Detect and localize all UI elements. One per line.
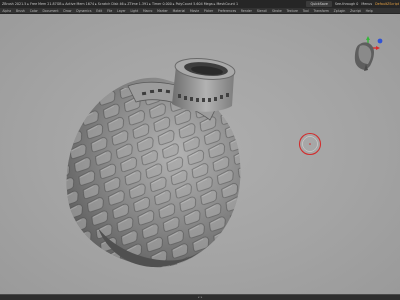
default-zscript-button[interactable]: DefaultZScript	[375, 0, 399, 8]
menu-draw[interactable]: Draw	[61, 9, 74, 13]
see-through-slider[interactable]: See-through 0	[335, 0, 358, 8]
menu-marker[interactable]: Marker	[155, 9, 170, 13]
menu-layer[interactable]: Layer	[115, 9, 128, 13]
menu-texture[interactable]: Texture	[284, 9, 300, 13]
bottom-shelf-toggle[interactable]: « »	[198, 295, 203, 299]
menu-file[interactable]: File	[105, 9, 115, 13]
sculpted-vase-model[interactable]	[58, 48, 254, 270]
menu-light[interactable]: Light	[128, 9, 141, 13]
menu-dynamics[interactable]: Dynamics	[74, 9, 94, 13]
menu-transform[interactable]: Transform	[311, 9, 331, 13]
menu-preferences[interactable]: Preferences	[216, 9, 239, 13]
menu-render[interactable]: Render	[239, 9, 255, 13]
menu-material[interactable]: Material	[170, 9, 187, 13]
window-title: ZBrush 2021.5 ▸ Free Mem 21.87GB ▸ Activ…	[2, 2, 239, 6]
menu-zplugin[interactable]: Zplugin	[331, 9, 347, 13]
menu-edit[interactable]: Edit	[94, 9, 105, 13]
menu-stroke[interactable]: Stroke	[270, 9, 285, 13]
menus-toggle[interactable]: Menus	[361, 0, 372, 8]
menu-zscript[interactable]: Zscript	[348, 9, 364, 13]
menu-movie[interactable]: Movie	[188, 9, 202, 13]
menu-document[interactable]: Document	[40, 9, 61, 13]
menu-macro[interactable]: Macro	[141, 9, 155, 13]
head-navigation-cube-icon[interactable]	[346, 34, 386, 74]
menu-tool[interactable]: Tool	[300, 9, 311, 13]
quicksave-button[interactable]: QuickSave	[306, 1, 332, 7]
menu-help[interactable]: Help	[363, 9, 375, 13]
menu-stencil[interactable]: Stencil	[254, 9, 269, 13]
menu-picker[interactable]: Picker	[202, 9, 216, 13]
title-bar: ZBrush 2021.5 ▸ Free Mem 21.87GB ▸ Activ…	[0, 0, 400, 8]
menu-alpha[interactable]: Alpha	[0, 9, 14, 13]
menu-color[interactable]: Color	[27, 9, 40, 13]
menu-brush[interactable]: Brush	[14, 9, 28, 13]
title-bar-controls: QuickSave See-through 0 Menus DefaultZSc…	[306, 0, 400, 8]
bottom-shelf: « »	[0, 294, 400, 300]
brush-cursor-icon	[298, 132, 322, 156]
